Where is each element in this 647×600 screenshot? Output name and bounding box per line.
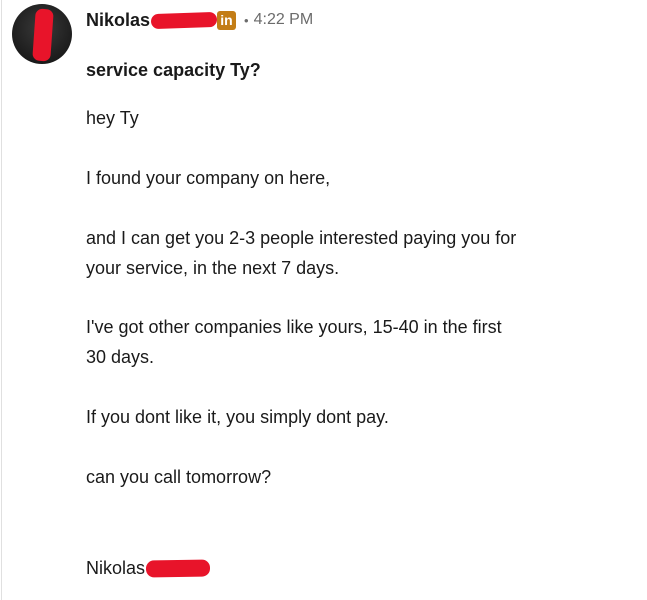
- linkedin-badge-icon: in: [217, 10, 237, 30]
- left-divider: [1, 0, 2, 600]
- name-redaction-mark: [150, 11, 218, 29]
- sender-name[interactable]: Nikolas: [86, 10, 150, 31]
- body-line: I found your company on here,: [86, 168, 331, 188]
- message-subject: service capacity Ty?: [86, 60, 261, 80]
- separator-dot: •: [244, 12, 249, 28]
- body-line: I've got other companies like yours, 15-…: [86, 317, 502, 337]
- sender-avatar[interactable]: [12, 4, 72, 64]
- body-line: your service, in the next 7 days.: [86, 258, 340, 278]
- body-line: If you dont like it, you simply dont pay…: [86, 407, 389, 427]
- message-timestamp: 4:22 PM: [253, 11, 314, 28]
- body-line: 30 days.: [86, 347, 155, 367]
- signature-name: Nikolas: [86, 558, 146, 578]
- message-signature: Nikolas: [86, 558, 211, 579]
- body-line: and I can get you 2-3 people interested …: [86, 228, 517, 248]
- message-header: Nikolas in • 4:22 PM: [86, 7, 313, 33]
- signature-redaction-mark: [145, 559, 211, 578]
- body-line-question: can you call tomorrow?: [86, 467, 272, 487]
- body-line-greeting: hey Ty: [86, 108, 139, 128]
- avatar-redaction-mark: [32, 8, 54, 62]
